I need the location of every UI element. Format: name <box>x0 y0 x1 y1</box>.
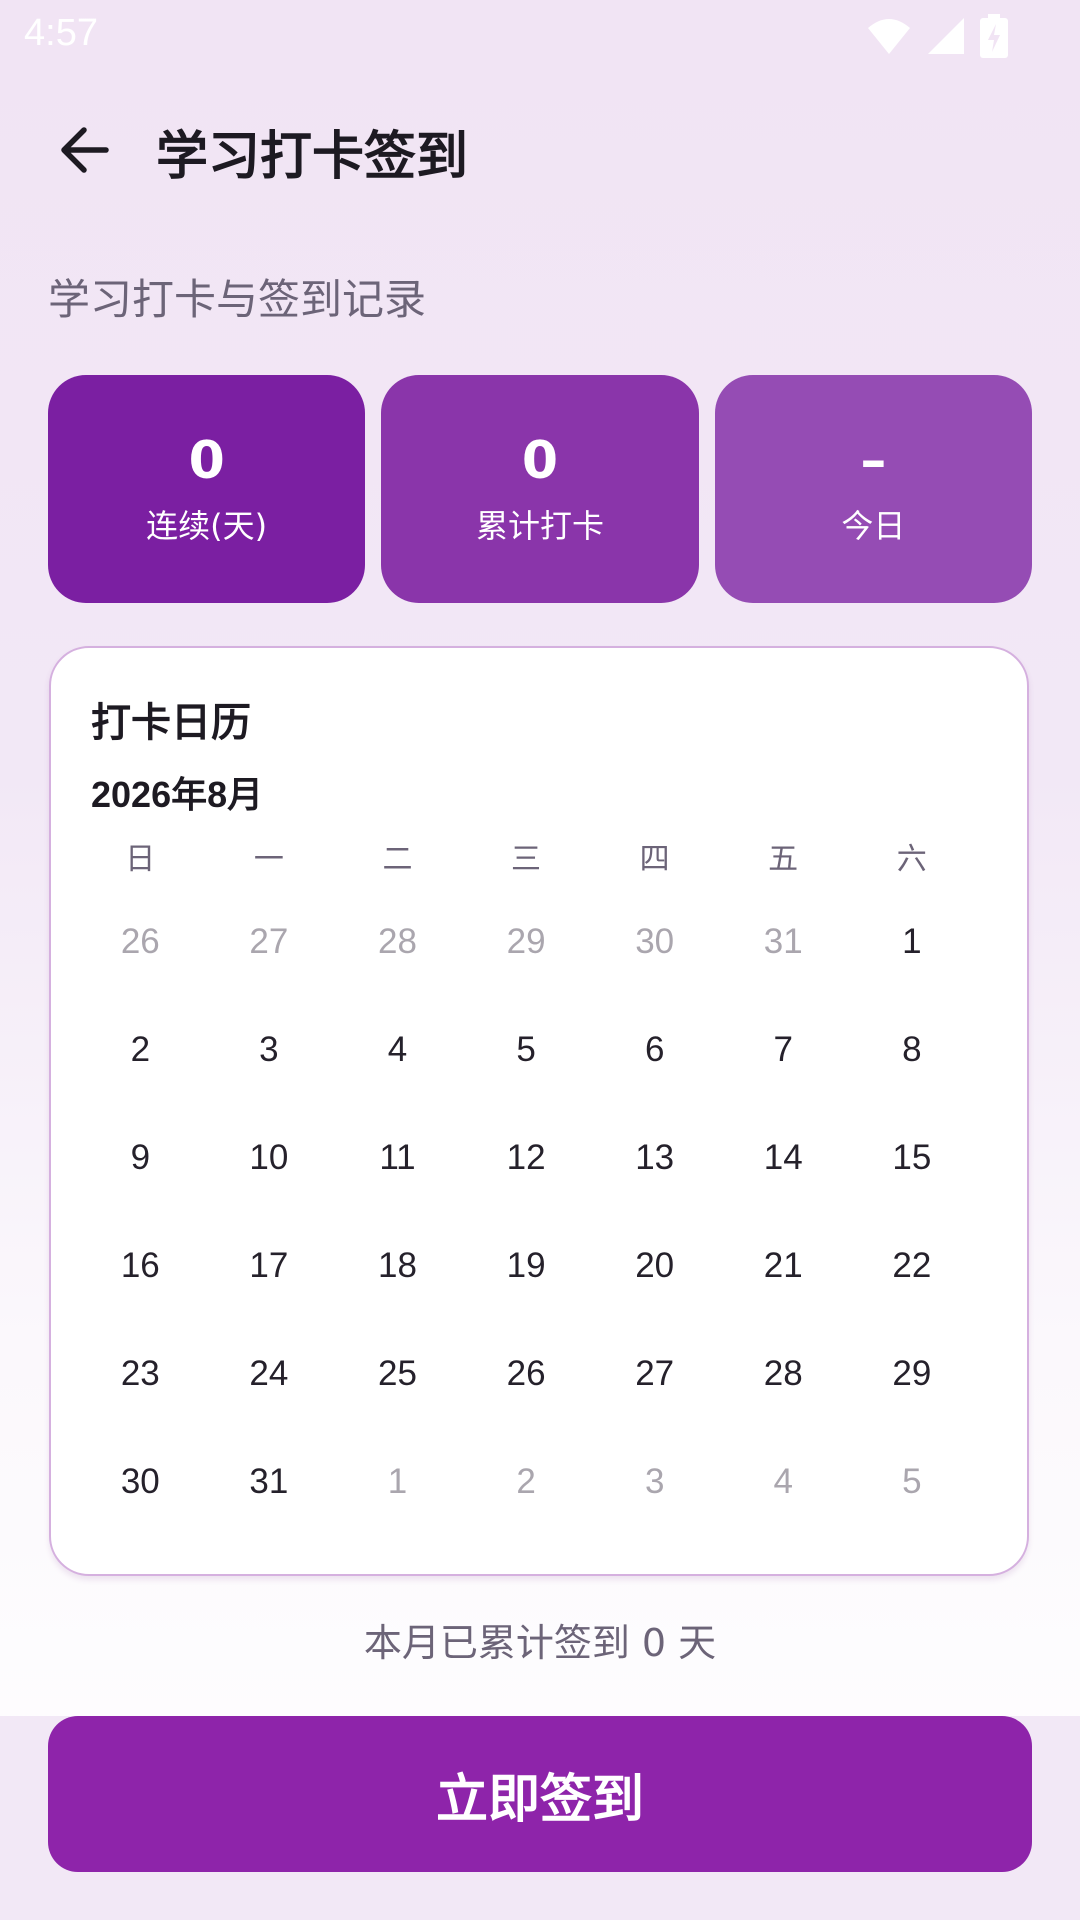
page-subtitle: 学习打卡与签到记录 <box>48 275 427 324</box>
calendar-day[interactable]: 1 <box>848 888 977 996</box>
calendar-day[interactable]: 10 <box>205 1104 334 1212</box>
calendar-day-outside-month[interactable]: 30 <box>590 888 719 996</box>
weekday-label: 四 <box>639 842 670 877</box>
calendar-day[interactable]: 4 <box>333 996 462 1104</box>
calendar-day[interactable]: 29 <box>848 1320 977 1428</box>
calendar-day[interactable]: 9 <box>76 1104 205 1212</box>
streak-stat-card: 0 连续(天) <box>48 375 366 603</box>
cellular-signal-icon <box>926 16 966 60</box>
weekday-label: 五 <box>768 842 799 877</box>
arrow-back-icon <box>56 122 112 182</box>
wifi-icon <box>866 16 912 60</box>
status-icons <box>866 14 1008 62</box>
calendar-day[interactable]: 15 <box>848 1104 977 1212</box>
calendar-day[interactable]: 25 <box>333 1320 462 1428</box>
calendar-day[interactable]: 13 <box>590 1104 719 1212</box>
calendar-day-outside-month[interactable]: 26 <box>76 888 205 996</box>
calendar-day[interactable]: 3 <box>205 996 334 1104</box>
checkin-button[interactable]: 立即签到 <box>48 1716 1032 1872</box>
back-button[interactable] <box>48 116 120 188</box>
calendar-day-outside-month[interactable]: 4 <box>719 1428 848 1536</box>
calendar-day-outside-month[interactable]: 28 <box>333 888 462 996</box>
calendar-day[interactable]: 6 <box>590 996 719 1104</box>
calendar-day[interactable]: 2 <box>76 996 205 1104</box>
weekday-label: 六 <box>896 842 927 877</box>
calendar-day[interactable]: 24 <box>205 1320 334 1428</box>
calendar-day-outside-month[interactable]: 5 <box>848 1428 977 1536</box>
calendar-day[interactable]: 28 <box>719 1320 848 1428</box>
weekday-label: 二 <box>382 842 413 877</box>
total-label: 累计打卡 <box>475 507 604 545</box>
weekday-header: 日 一 二 三 四 五 六 <box>76 834 976 878</box>
total-stat-card: 0 累计打卡 <box>381 375 699 603</box>
calendar-days-grid: 26 27 28 29 30 31 1 2 3 4 5 6 7 8 9 10 11 12 13 14 15 16 17 18 1… <box>76 888 976 1536</box>
month-summary: 本月已累计签到 0 天 <box>363 1621 717 1665</box>
calendar-day[interactable]: 18 <box>333 1212 462 1320</box>
battery-charging-icon <box>980 14 1008 62</box>
today-value: – <box>860 431 887 491</box>
calendar-day[interactable]: 27 <box>590 1320 719 1428</box>
calendar-day[interactable]: 5 <box>462 996 591 1104</box>
calendar-day[interactable]: 20 <box>590 1212 719 1320</box>
weekday-label: 三 <box>511 842 542 877</box>
calendar-day[interactable]: 23 <box>76 1320 205 1428</box>
calendar-day[interactable]: 8 <box>848 996 977 1104</box>
calendar-day-outside-month[interactable]: 31 <box>719 888 848 996</box>
page-title: 学习打卡签到 <box>156 127 469 187</box>
calendar-day[interactable]: 21 <box>719 1212 848 1320</box>
calendar-month: 2026年8月 <box>91 774 264 815</box>
calendar-day[interactable]: 17 <box>205 1212 334 1320</box>
streak-value: 0 <box>188 431 225 491</box>
stats-row: 0 连续(天) 0 累计打卡 – 今日 <box>48 375 1032 603</box>
calendar-day-outside-month[interactable]: 27 <box>205 888 334 996</box>
calendar-day-outside-month[interactable]: 3 <box>590 1428 719 1536</box>
calendar-day[interactable]: 26 <box>462 1320 591 1428</box>
app-bar: 学习打卡签到 <box>0 96 1080 206</box>
weekday-label: 日 <box>125 842 156 877</box>
calendar-day[interactable]: 30 <box>76 1428 205 1536</box>
calendar-day-outside-month[interactable]: 1 <box>333 1428 462 1536</box>
bottom-action-bar: 立即签到 <box>0 1716 1080 1920</box>
streak-label: 连续(天) <box>146 507 268 545</box>
calendar-title: 打卡日历 <box>91 700 251 746</box>
total-value: 0 <box>521 431 559 491</box>
weekday-label: 一 <box>253 842 284 877</box>
calendar-card: 打卡日历 2026年8月 日 一 二 三 四 五 六 26 27 28 29 30 31 1… <box>49 646 1029 1576</box>
today-stat-card: – 今日 <box>714 375 1032 603</box>
status-bar: 4:57 <box>0 0 1080 72</box>
today-label: 今日 <box>841 507 906 545</box>
calendar-day[interactable]: 16 <box>76 1212 205 1320</box>
calendar-day[interactable]: 19 <box>462 1212 591 1320</box>
calendar-day[interactable]: 12 <box>462 1104 591 1212</box>
calendar-day[interactable]: 11 <box>333 1104 462 1212</box>
calendar-day[interactable]: 22 <box>848 1212 977 1320</box>
status-time: 4:57 <box>24 12 98 54</box>
calendar-day[interactable]: 14 <box>719 1104 848 1212</box>
calendar-day-outside-month[interactable]: 29 <box>462 888 591 996</box>
calendar-day[interactable]: 31 <box>205 1428 334 1536</box>
calendar-day-outside-month[interactable]: 2 <box>462 1428 591 1536</box>
calendar-day[interactable]: 7 <box>719 996 848 1104</box>
